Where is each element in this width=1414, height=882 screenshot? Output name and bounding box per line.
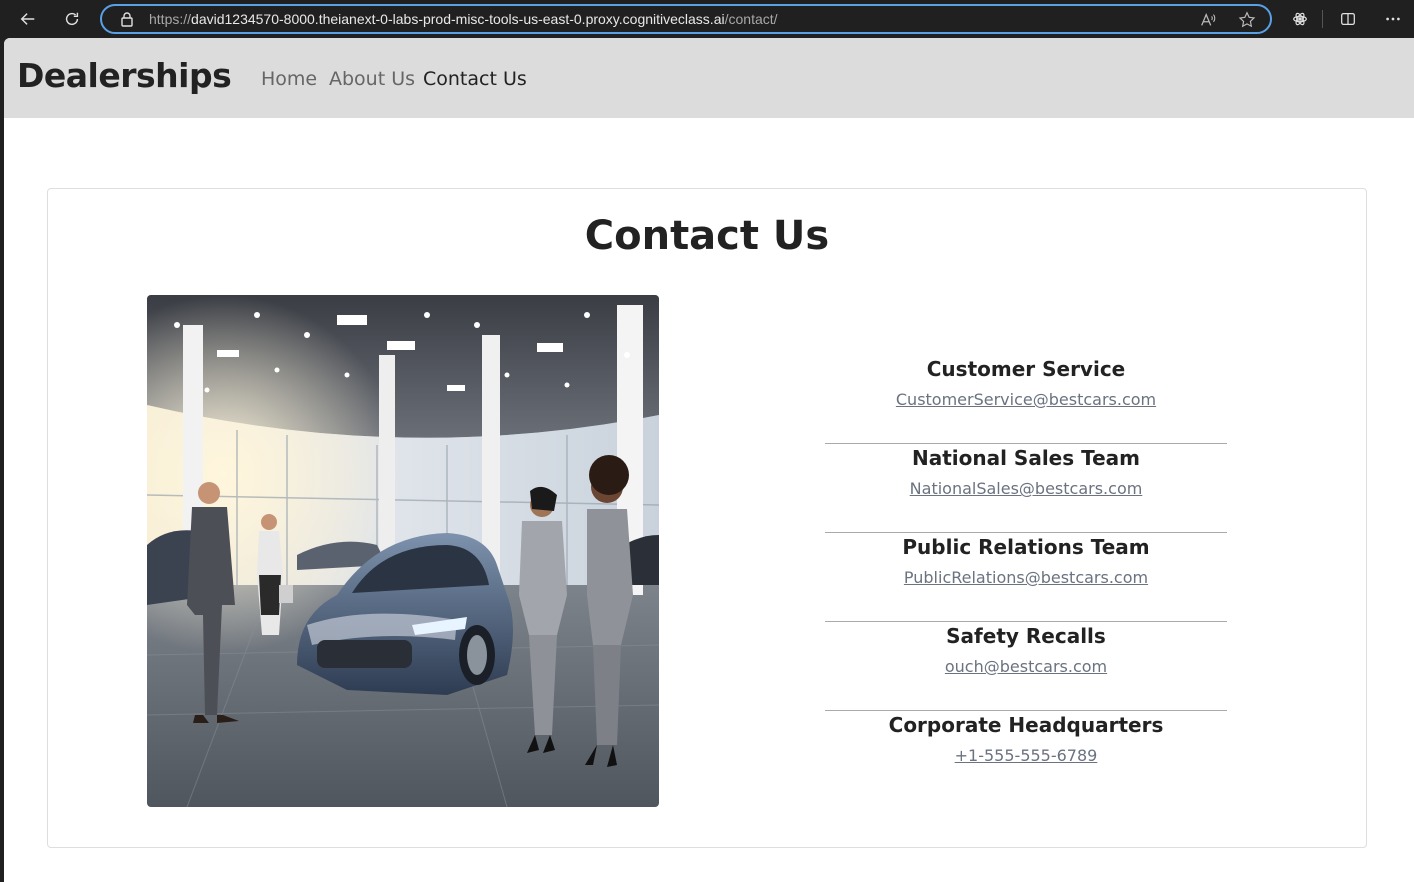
brand-logo-text[interactable]: Dealerships xyxy=(17,56,232,95)
contact-card: Contact Us Customer Service CustomerServ… xyxy=(47,188,1367,848)
headquarters-phone-link[interactable]: +1-555-555-6789 xyxy=(955,746,1098,765)
refresh-icon[interactable] xyxy=(60,7,84,31)
more-icon[interactable] xyxy=(1382,8,1404,30)
contact-heading: Safety Recalls xyxy=(946,624,1106,648)
read-aloud-icon[interactable] xyxy=(1198,10,1218,30)
browser-toolbar: https://david1234570-8000.theianext-0-la… xyxy=(0,0,1414,38)
national-sales-email-link[interactable]: NationalSales@bestcars.com xyxy=(910,479,1143,498)
toolbar-divider xyxy=(1322,10,1323,28)
nav-about-link[interactable]: About Us xyxy=(329,68,415,90)
contact-heading: National Sales Team xyxy=(911,446,1141,470)
lock-icon[interactable] xyxy=(119,11,135,27)
page-title: Contact Us xyxy=(584,213,830,259)
dealership-showroom-image xyxy=(147,295,659,807)
contact-list: Customer Service CustomerService@bestcar… xyxy=(825,355,1227,800)
address-bar[interactable]: https://david1234570-8000.theianext-0-la… xyxy=(100,4,1272,34)
contact-item: Public Relations Team PublicRelations@be… xyxy=(825,533,1227,622)
nav-home-link[interactable]: Home xyxy=(261,68,317,90)
extensions-icon[interactable] xyxy=(1289,8,1311,30)
public-relations-email-link[interactable]: PublicRelations@bestcars.com xyxy=(904,568,1148,587)
web-page: Dealerships Home About Us Contact Us Con… xyxy=(4,38,1414,882)
contact-heading: Customer Service xyxy=(926,357,1126,381)
safety-recalls-email-link[interactable]: ouch@bestcars.com xyxy=(945,657,1107,676)
nav-contact-link[interactable]: Contact Us xyxy=(423,68,527,90)
contact-item: Customer Service CustomerService@bestcar… xyxy=(825,355,1227,444)
back-icon[interactable] xyxy=(16,7,40,31)
url-text[interactable]: https://david1234570-8000.theianext-0-la… xyxy=(149,11,778,27)
customer-service-email-link[interactable]: CustomerService@bestcars.com xyxy=(896,390,1156,409)
split-screen-icon[interactable] xyxy=(1337,8,1359,30)
contact-heading: Public Relations Team xyxy=(902,535,1150,559)
contact-item: National Sales Team NationalSales@bestca… xyxy=(825,444,1227,533)
site-navbar: Dealerships Home About Us Contact Us xyxy=(4,38,1414,118)
contact-item: Corporate Headquarters +1-555-555-6789 xyxy=(825,711,1227,800)
contact-item: Safety Recalls ouch@bestcars.com xyxy=(825,622,1227,711)
favorite-star-icon[interactable] xyxy=(1237,10,1257,30)
contact-heading: Corporate Headquarters xyxy=(888,713,1164,737)
